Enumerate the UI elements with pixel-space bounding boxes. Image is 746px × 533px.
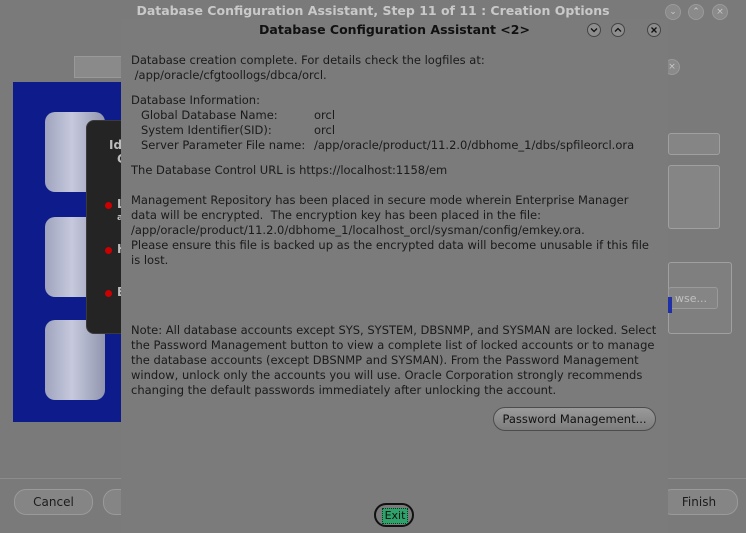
background-maximize-icon[interactable]: ⌃: [688, 4, 704, 20]
dialog-title-bar: Database Configuration Assistant <2>: [121, 19, 668, 41]
note-line: the Password Management button to view a…: [131, 338, 655, 352]
info-value: orcl: [314, 108, 336, 122]
minimize-icon[interactable]: [587, 23, 601, 37]
dialog-title: Database Configuration Assistant <2>: [259, 22, 530, 37]
maximize-icon[interactable]: [611, 23, 625, 37]
note-line: Note: All database accounts except SYS, …: [131, 323, 657, 337]
database-control-url: The Database Control URL is https://loca…: [131, 163, 448, 177]
info-label: Global Database Name:: [141, 108, 278, 122]
background-close-icon[interactable]: ×: [712, 4, 728, 20]
completion-dialog: Database Configuration Assistant <2> Dat…: [121, 19, 668, 533]
background-minimize-icon[interactable]: ⌄: [665, 4, 681, 20]
finish-button[interactable]: Finish: [660, 489, 738, 515]
browse-label: wse...: [675, 292, 707, 305]
message-line: Database creation complete. For details …: [131, 53, 485, 67]
info-value: /app/oracle/product/11.2.0/dbhome_1/dbs/…: [314, 138, 635, 152]
info-value: orcl: [314, 123, 336, 137]
message-line: data will be encrypted. The encryption k…: [131, 208, 541, 222]
message-line: Please ensure this file is backed up as …: [131, 238, 650, 252]
note-line: the database accounts (except DBSNMP and…: [131, 353, 639, 367]
cancel-button[interactable]: Cancel: [14, 489, 93, 515]
exit-button-label: Exit: [382, 508, 408, 524]
background-text-field[interactable]: [668, 133, 720, 155]
info-label: Server Parameter File name:: [141, 138, 306, 152]
message-line: Management Repository has been placed in…: [131, 193, 629, 207]
note-line: window, unlock only the accounts you wil…: [131, 368, 643, 382]
message-line: /app/oracle/product/11.2.0/dbhome_1/loca…: [131, 223, 585, 237]
info-label: System Identifier(SID):: [141, 123, 272, 137]
background-focus-mark: [668, 297, 672, 313]
bullet-icon: [105, 202, 112, 209]
background-browse-button[interactable]: wse...: [668, 287, 718, 309]
note-line: changing the default passwords immediate…: [131, 383, 557, 397]
exit-button[interactable]: Exit: [374, 503, 414, 527]
background-text-area[interactable]: [668, 165, 720, 229]
bullet-icon: [105, 247, 112, 254]
close-icon[interactable]: [647, 23, 661, 37]
message-line: is lost.: [131, 253, 169, 267]
logfile-path: /app/oracle/cfgtoollogs/dbca/orcl.: [131, 68, 327, 82]
bullet-icon: [105, 290, 112, 297]
password-management-button[interactable]: Password Management...: [493, 407, 656, 431]
database-information-heading: Database Information:: [131, 93, 260, 107]
background-inner-dialog: [74, 56, 126, 78]
